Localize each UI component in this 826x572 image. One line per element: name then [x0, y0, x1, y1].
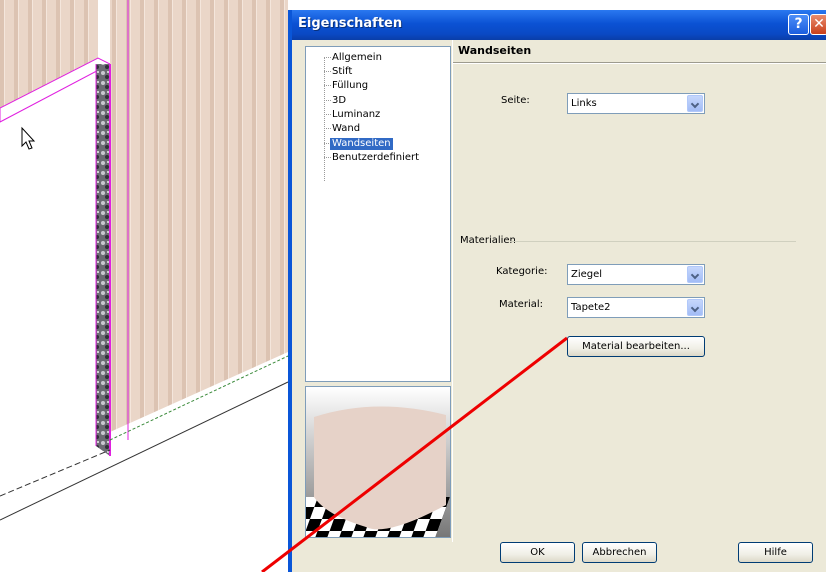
annotation-overlay	[261, 336, 568, 572]
annotation-arrow-line	[261, 336, 568, 572]
